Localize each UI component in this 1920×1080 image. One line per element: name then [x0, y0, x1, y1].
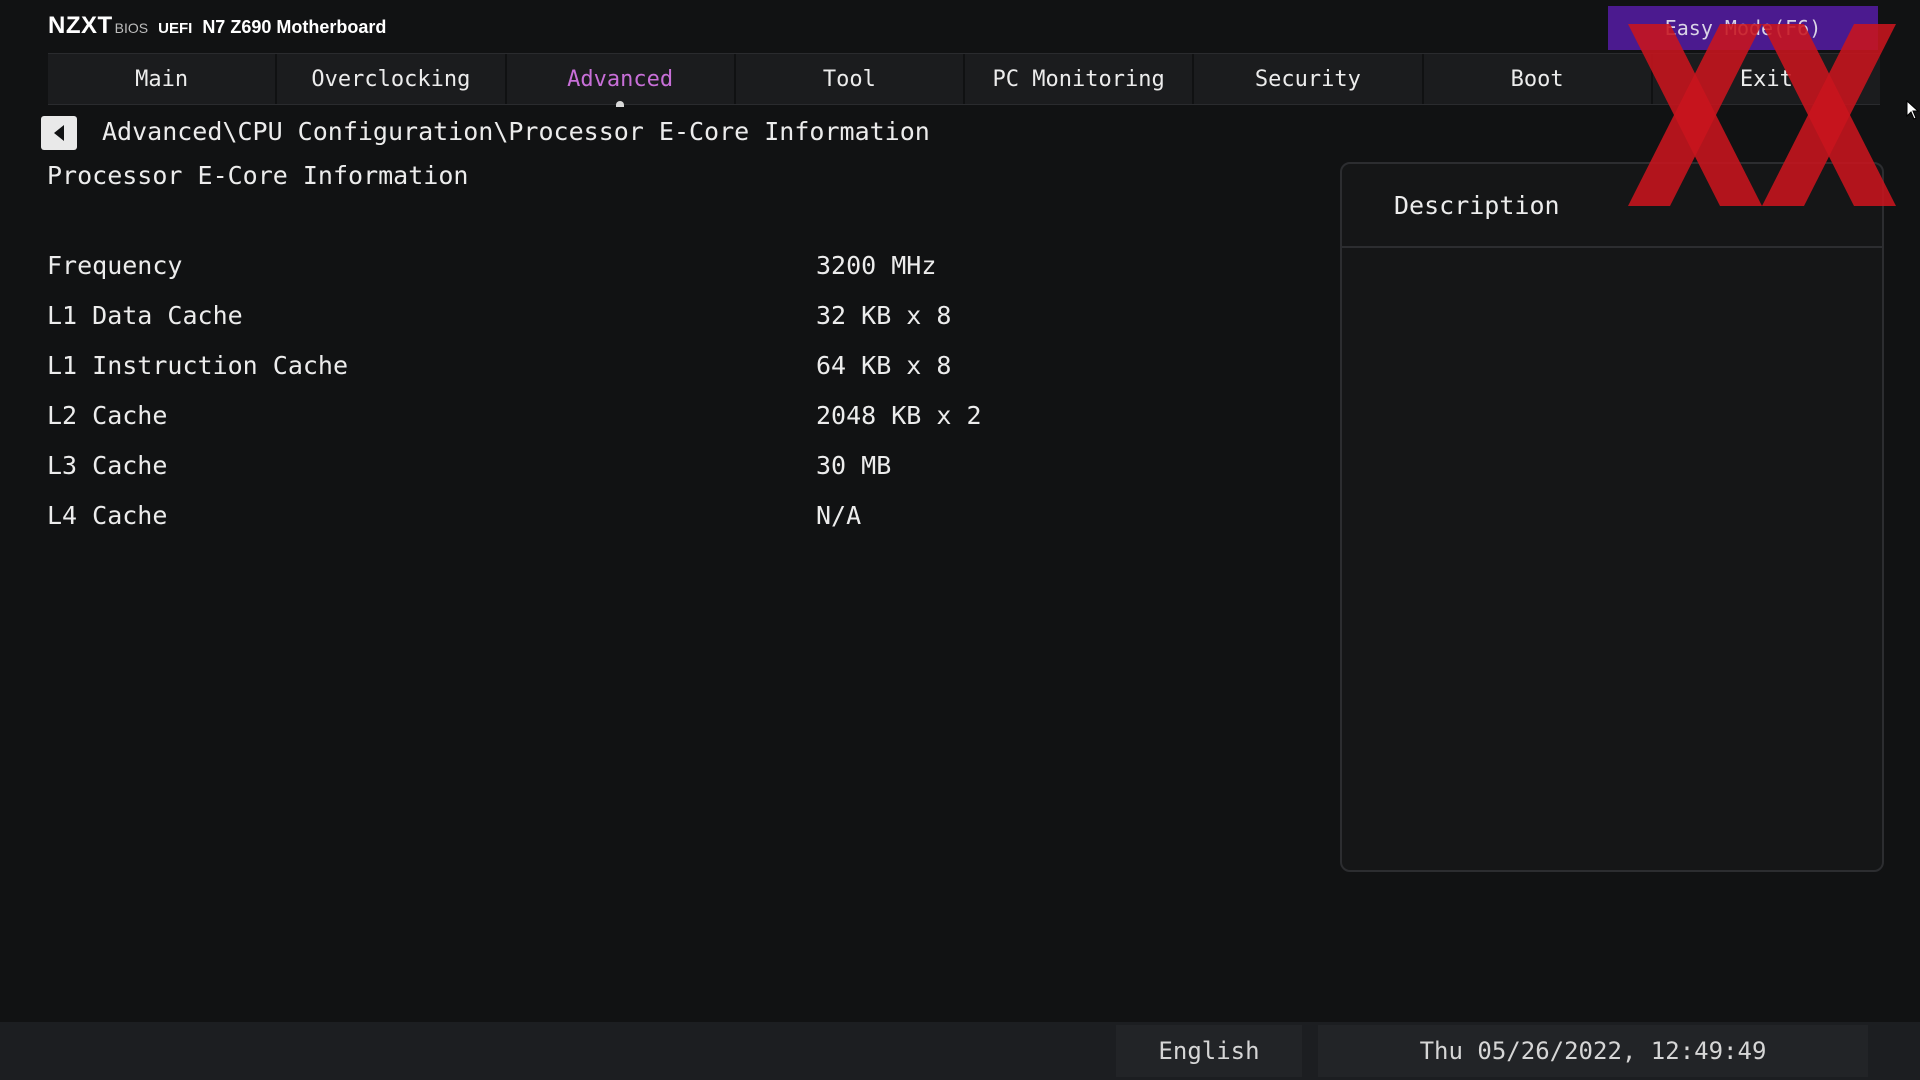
brand-logo: NZXT: [48, 12, 113, 39]
description-panel: Description: [1340, 162, 1884, 872]
main-tabs: Main Overclocking Advanced Tool PC Monit…: [48, 53, 1880, 107]
row-label: L1 Instruction Cache: [47, 350, 349, 380]
row-label: Frequency: [47, 250, 183, 280]
row-label: L4 Cache: [47, 500, 168, 530]
row-label: L3 Cache: [47, 450, 168, 480]
uefi-label: UEFI: [158, 20, 193, 37]
tab-boot[interactable]: Boot: [1424, 54, 1653, 104]
breadcrumb: Advanced\CPU Configuration\Processor E-C…: [102, 117, 930, 146]
row-label: L1 Data Cache: [47, 300, 243, 330]
page-title: Processor E-Core Information: [47, 161, 469, 190]
info-row-l1-instruction-cache[interactable]: L1 Instruction Cache 64 KB x 8: [47, 340, 1247, 390]
row-value: 64 KB x 8: [816, 350, 952, 380]
info-list: Frequency 3200 MHz L1 Data Cache 32 KB x…: [47, 240, 1247, 540]
chevron-left-icon: [54, 125, 64, 141]
info-row-frequency[interactable]: Frequency 3200 MHz: [47, 240, 1247, 290]
row-value: 32 KB x 8: [816, 300, 952, 330]
brand-header: NZXT BIOS UEFI N7 Z690 Motherboard: [48, 12, 386, 42]
bios-label: BIOS: [114, 20, 149, 36]
info-row-l1-data-cache[interactable]: L1 Data Cache 32 KB x 8: [47, 290, 1247, 340]
easy-mode-button[interactable]: Easy Mode(F6): [1608, 6, 1878, 50]
language-button[interactable]: English: [1116, 1025, 1302, 1077]
mouse-pointer-icon: [1906, 100, 1920, 120]
row-value: 2048 KB x 2: [816, 400, 982, 430]
back-button[interactable]: [41, 116, 77, 150]
tab-main[interactable]: Main: [48, 54, 278, 104]
info-row-l4-cache[interactable]: L4 Cache N/A: [47, 490, 1247, 540]
tab-pc-monitoring[interactable]: PC Monitoring: [965, 54, 1195, 104]
tab-tool[interactable]: Tool: [736, 54, 965, 104]
tab-security[interactable]: Security: [1194, 54, 1424, 104]
description-title: Description: [1342, 164, 1882, 248]
info-row-l2-cache[interactable]: L2 Cache 2048 KB x 2: [47, 390, 1247, 440]
tab-exit[interactable]: Exit: [1653, 54, 1880, 104]
row-value: 3200 MHz: [816, 250, 937, 280]
row-value: 30 MB: [816, 450, 892, 480]
row-value: N/A: [816, 500, 862, 530]
board-name: N7 Z690 Motherboard: [202, 17, 387, 37]
info-row-l3-cache[interactable]: L3 Cache 30 MB: [47, 440, 1247, 490]
row-label: L2 Cache: [47, 400, 168, 430]
tab-advanced[interactable]: Advanced: [507, 54, 736, 107]
bios-screen: NZXT BIOS UEFI N7 Z690 Motherboard Easy …: [0, 0, 1920, 1080]
tab-overclocking[interactable]: Overclocking: [277, 54, 507, 104]
datetime-display: Thu 05/26/2022, 12:49:49: [1318, 1025, 1868, 1077]
